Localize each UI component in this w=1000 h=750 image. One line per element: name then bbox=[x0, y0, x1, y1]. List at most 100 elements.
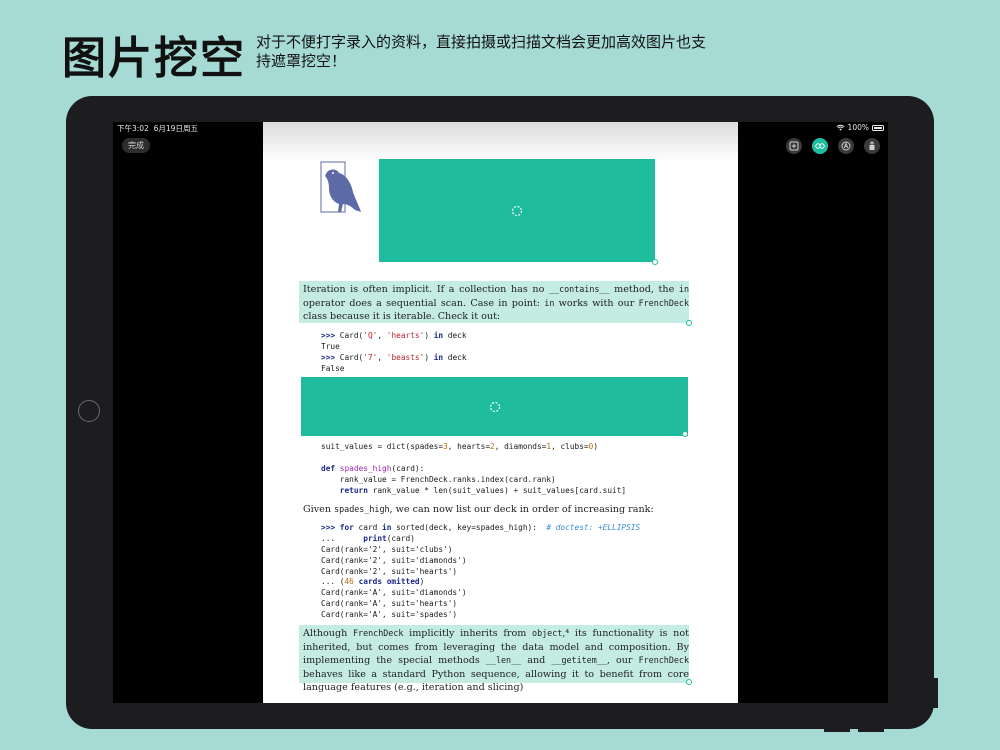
code-token: card bbox=[353, 523, 383, 532]
code-token: Card(rank='A', suit='hearts') bbox=[321, 599, 458, 609]
code-token: # doctest: +ELLIPSIS bbox=[546, 523, 641, 532]
share-icon[interactable] bbox=[864, 138, 880, 154]
status-bar-right: 100% bbox=[836, 123, 884, 132]
mask-icon[interactable] bbox=[812, 138, 828, 154]
code-line: Card(rank='A', suit='hearts') bbox=[321, 599, 701, 610]
code-token: ) bbox=[419, 577, 425, 587]
code-line: return rank_value * len(suit_values) + s… bbox=[321, 486, 701, 497]
code-token: 'hearts' bbox=[386, 331, 425, 340]
image-mask[interactable] bbox=[301, 377, 688, 436]
toolbar bbox=[786, 138, 880, 154]
document-page: Iteration is often implicit. If a collec… bbox=[263, 122, 738, 703]
code-line: >>> for card in sorted(deck, key=spades_… bbox=[321, 523, 701, 534]
code-block-spades-high: suit_values = dict(spades=3, hearts=2, d… bbox=[321, 442, 701, 496]
code-line: rank_value = FrenchDeck.ranks.index(card… bbox=[321, 475, 701, 486]
code-line: True bbox=[321, 342, 701, 353]
image-mask[interactable] bbox=[379, 159, 655, 262]
paragraph-given: Given spades_high, we can now list our d… bbox=[303, 504, 654, 515]
page-shadow bbox=[263, 122, 738, 162]
code-line: >>> Card('7', 'beasts') in deck bbox=[321, 353, 701, 364]
code-line bbox=[321, 453, 701, 464]
code-token: , clubs= bbox=[551, 442, 589, 451]
code-token: ) bbox=[593, 442, 599, 451]
code-token: Card(rank='2', suit='clubs') bbox=[321, 544, 453, 554]
code-token: Card(rank='2', suit='hearts') bbox=[321, 566, 458, 576]
resize-handle[interactable] bbox=[652, 259, 658, 265]
code-token: in bbox=[382, 523, 392, 532]
code-line: Card(rank='2', suit='diamonds') bbox=[321, 556, 701, 567]
status-date: 6月19日周五 bbox=[153, 124, 198, 133]
code-token: , bbox=[377, 352, 387, 362]
code-token: Card(rank='A', suit='spades') bbox=[321, 610, 458, 620]
code-token: , bbox=[377, 331, 387, 340]
status-bar-left: 下午3:02 6月19日周五 bbox=[117, 123, 198, 134]
code-token: (card) bbox=[386, 533, 415, 543]
code-token: in bbox=[433, 331, 444, 340]
pen-icon[interactable] bbox=[838, 138, 854, 154]
loading-spinner-icon bbox=[511, 205, 523, 216]
code-block-contains: >>> Card('Q', 'hearts') in deck True >>> C… bbox=[321, 331, 701, 375]
wifi-icon bbox=[836, 124, 845, 131]
add-icon[interactable] bbox=[786, 138, 802, 154]
code-token: in bbox=[433, 352, 444, 362]
code-token: >>> bbox=[321, 331, 340, 340]
volume-button bbox=[824, 727, 850, 732]
code-token: spades_high bbox=[339, 463, 392, 473]
code-token: Card( bbox=[339, 331, 364, 340]
code-token: , hearts= bbox=[447, 442, 491, 451]
loading-spinner-icon bbox=[489, 401, 500, 412]
code-token: , diamonds= bbox=[494, 442, 547, 451]
code-token: 'Q' bbox=[363, 331, 378, 340]
code-token: Card(rank='A', suit='diamonds') bbox=[321, 588, 467, 598]
code-token: True bbox=[321, 341, 340, 351]
code-token: def bbox=[321, 463, 336, 473]
code-token: cards omitted bbox=[353, 577, 420, 587]
code-token: print bbox=[363, 533, 387, 543]
code-token: '7' bbox=[363, 352, 378, 362]
code-line: suit_values = dict(spades=3, hearts=2, d… bbox=[321, 442, 701, 453]
bird-logo-icon bbox=[320, 161, 361, 213]
battery-level: 100% bbox=[847, 123, 869, 132]
code-line: Card(rank='A', suit='spades') bbox=[321, 610, 701, 621]
code-token: return bbox=[339, 485, 368, 495]
headline-subtitle: 对于不便打字录入的资料，直接拍摄或扫描文档会更加高效图片也支持遮罩挖空！ bbox=[256, 33, 707, 70]
code-line: ... (46 cards omitted) bbox=[321, 577, 701, 588]
code-token: False bbox=[321, 363, 345, 373]
resize-handle[interactable] bbox=[682, 431, 688, 437]
code-line: ... print(card) bbox=[321, 534, 701, 545]
headline-title: 图片挖空 bbox=[62, 33, 246, 84]
code-block-sorted: >>> for card in sorted(deck, key=spades_… bbox=[321, 523, 701, 621]
code-line: >>> Card('Q', 'hearts') in deck bbox=[321, 331, 701, 342]
battery-icon bbox=[872, 124, 884, 131]
done-button[interactable]: 完成 bbox=[122, 138, 150, 153]
code-token: 'beasts' bbox=[386, 352, 425, 362]
code-token: ... ( bbox=[321, 577, 345, 587]
code-token: >>> for bbox=[321, 523, 354, 532]
paragraph-although: Although FrenchDeck implicitly inherits … bbox=[303, 628, 689, 694]
code-token: rank_value = FrenchDeck.ranks.index(card… bbox=[321, 474, 556, 484]
home-button[interactable] bbox=[78, 400, 100, 422]
code-token: deck bbox=[443, 352, 467, 362]
code-token: suit_values = dict(spades= bbox=[321, 442, 444, 451]
code-line: Card(rank='A', suit='diamonds') bbox=[321, 588, 701, 599]
code-token: ... bbox=[321, 533, 364, 543]
code-token: >>> bbox=[321, 352, 340, 362]
code-token: 46 bbox=[344, 577, 354, 587]
power-button bbox=[933, 678, 938, 708]
code-token: deck bbox=[443, 331, 467, 340]
code-token: rank_value * len(suit_values) + suit_val… bbox=[367, 485, 627, 495]
tablet-screen: 下午3:02 6月19日周五 100% 完成 Iteration is ofte… bbox=[113, 122, 888, 703]
code-token: ) bbox=[424, 331, 434, 340]
volume-button bbox=[858, 727, 884, 732]
code-token: Card(rank='2', suit='diamonds') bbox=[321, 555, 467, 565]
code-line: Card(rank='2', suit='clubs') bbox=[321, 545, 701, 556]
code-token: Card( bbox=[339, 352, 364, 362]
code-line: def spades_high(card): bbox=[321, 464, 701, 475]
code-token: ) bbox=[424, 352, 434, 362]
code-line: False bbox=[321, 364, 701, 375]
paragraph-iteration: Iteration is often implicit. If a collec… bbox=[303, 284, 689, 323]
code-token: sorted(deck, key=spades_high): bbox=[391, 523, 547, 532]
status-time: 下午3:02 bbox=[117, 124, 149, 133]
